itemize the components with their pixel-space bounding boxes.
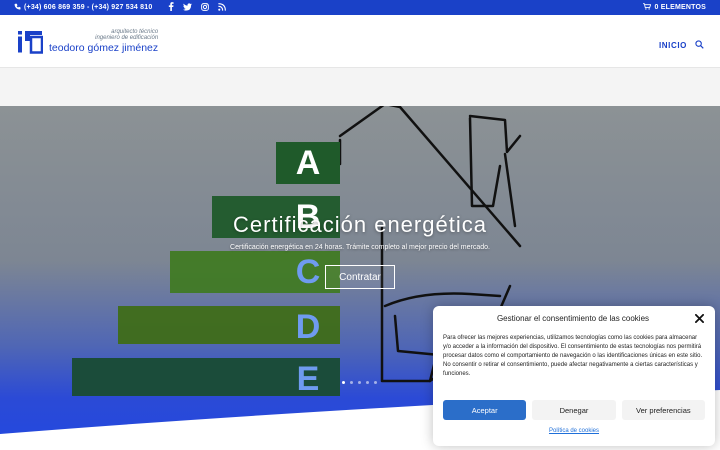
close-icon[interactable] <box>693 312 705 324</box>
facebook-icon[interactable] <box>166 2 175 11</box>
accept-button[interactable]: Aceptar <box>443 400 527 420</box>
slider-dot[interactable] <box>358 381 361 384</box>
energy-letter-d: D <box>295 308 321 346</box>
site-logo[interactable]: arquitecto técnico ingeniero de edificac… <box>17 29 158 60</box>
hero-title: Certificación energética <box>233 212 487 237</box>
page: (+34) 606 869 359 - (+34) 927 534 810 0 … <box>0 0 720 450</box>
phones-text: (+34) 606 869 359 - (+34) 927 534 810 <box>24 4 153 11</box>
phone-icon <box>14 3 21 12</box>
slider-dot[interactable] <box>350 381 353 384</box>
main-nav: INICIO <box>659 36 704 54</box>
social-links <box>166 2 226 11</box>
slider-dot[interactable] <box>342 381 345 384</box>
cookie-policy-link[interactable]: Política de cookies <box>433 428 715 434</box>
top-bar: (+34) 606 869 359 - (+34) 927 534 810 0 … <box>0 0 720 15</box>
view-preferences-button[interactable]: Ver preferencias <box>621 400 705 420</box>
energy-letter-a: A <box>295 144 321 182</box>
hero-subtitle: Certificación energética en 24 horas. Tr… <box>230 244 490 251</box>
twitter-icon[interactable] <box>183 2 192 11</box>
search-icon[interactable] <box>695 36 704 54</box>
slider-dot[interactable] <box>374 381 377 384</box>
contact-phones[interactable]: (+34) 606 869 359 - (+34) 927 534 810 <box>14 3 152 12</box>
cart-label: 0 ELEMENTOS <box>654 4 706 11</box>
cart-icon <box>642 3 651 12</box>
cart-link[interactable]: 0 ELEMENTOS <box>642 3 706 12</box>
nav-item-inicio[interactable]: INICIO <box>659 41 687 50</box>
slider-pagination <box>342 381 377 384</box>
deny-button[interactable]: Denegar <box>532 400 616 420</box>
slider-dot[interactable] <box>366 381 369 384</box>
consent-text: Para ofrecer las mejores experiencias, u… <box>443 335 703 377</box>
cookie-consent-dialog: Gestionar el consentimiento de las cooki… <box>433 306 715 446</box>
consent-title: Gestionar el consentimiento de las cooki… <box>496 314 650 323</box>
logo-tagline-2: ingeniero de edificación <box>95 35 159 41</box>
instagram-icon[interactable] <box>200 2 209 11</box>
header-spacer <box>0 68 720 106</box>
rss-icon[interactable] <box>217 2 226 11</box>
logo-name: teodoro gómez jiménez <box>49 42 159 54</box>
logo-mark-icon <box>17 29 44 60</box>
consent-actions: Aceptar Denegar Ver preferencias <box>443 400 705 420</box>
logo-text: arquitecto técnico ingeniero de edificac… <box>49 29 158 54</box>
site-header: arquitecto técnico ingeniero de edificac… <box>0 15 720 68</box>
contratar-button[interactable]: Contratar <box>325 265 395 289</box>
